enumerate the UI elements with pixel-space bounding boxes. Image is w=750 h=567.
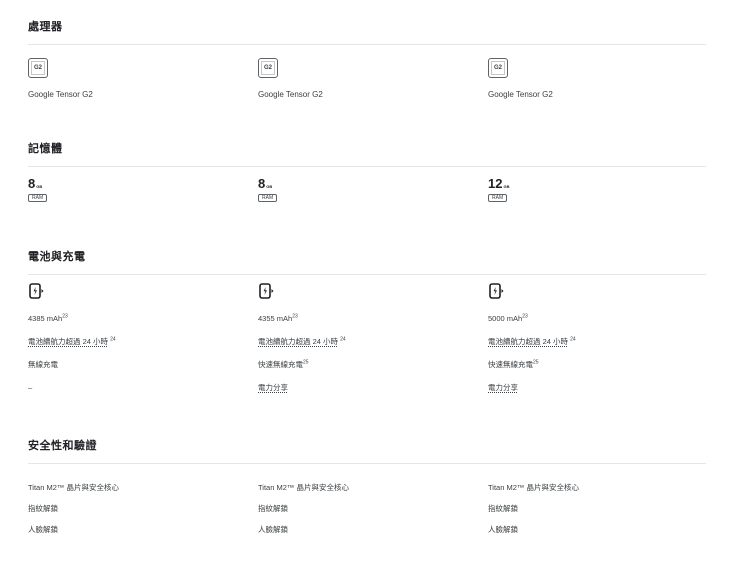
battery-charging-icon [489,283,504,299]
memory-col-3: 12GB RAM [488,175,698,202]
processor-col-3: G2 Google Tensor G2 [488,58,698,100]
section-title-memory: 記憶體 [28,143,63,155]
memory-col-2: 8GB RAM [258,175,468,202]
fingerprint-unlock: 指紋解鎖 [488,504,518,513]
security-col-1: Titan M2™ 晶片與安全核心 指紋解鎖 人臉解鎖 [28,483,238,535]
battery-col-3: 5000 mAh23 電池續航力超過 24 小時 24 快速無線充電25 電力分… [488,282,698,393]
processor-name: Google Tensor G2 [28,90,93,99]
processor-chip-icon: G2 [258,58,278,78]
memory-spec: 8GB RAM [28,175,238,202]
memory-unit: GB [266,184,273,189]
battery-section: 電池與充電 4385 mAh23 電池續航力超過 24 小時 24 無線充電 –… [28,248,706,408]
battery-charging-icon [259,283,274,299]
section-title-battery: 電池與充電 [28,251,86,263]
battery-col-1: 4385 mAh23 電池續航力超過 24 小時 24 無線充電 – [28,282,238,393]
battery-life-link[interactable]: 電池續航力超過 24 小時 24 [28,337,238,347]
security-chip: Titan M2™ 晶片與安全核心 [488,483,579,492]
battery-charging-icon [29,283,44,299]
processor-name: Google Tensor G2 [258,90,323,99]
security-section: 安全性和驗證 Titan M2™ 晶片與安全核心 指紋解鎖 人臉解鎖 Titan… [28,437,706,547]
fast-wireless-charging: 快速無線充電25 [488,359,539,369]
battery-capacity: 4355 mAh23 [258,313,298,323]
face-unlock: 人臉解鎖 [28,525,58,534]
battery-share-link[interactable]: 電力分享 [258,383,468,393]
battery-capacity: 4385 mAh23 [28,313,68,323]
security-col-3: Titan M2™ 晶片與安全核心 指紋解鎖 人臉解鎖 [488,483,698,535]
memory-value: 8 [28,176,36,191]
security-chip: Titan M2™ 晶片與安全核心 [28,483,119,492]
divider [28,166,706,167]
memory-unit: GB [36,184,43,189]
battery-capacity: 5000 mAh23 [488,313,528,323]
memory-unit: GB [503,184,510,189]
face-unlock: 人臉解鎖 [258,525,288,534]
memory-value: 12 [488,176,503,191]
section-title-security: 安全性和驗證 [28,440,97,452]
wireless-charging: 無線充電 [28,360,58,369]
battery-life-link[interactable]: 電池續航力超過 24 小時 24 [258,337,468,347]
memory-section: 記憶體 8GB RAM 8GB RAM 12GB RAM [28,140,706,210]
processor-col-1: G2 Google Tensor G2 [28,58,238,100]
memory-spec: 8GB RAM [258,175,468,202]
memory-spec: 12GB RAM [488,175,698,202]
divider [28,44,706,45]
fast-wireless-charging: 快速無線充電25 [258,359,309,369]
battery-share-placeholder: – [28,383,33,392]
fingerprint-unlock: 指紋解鎖 [258,504,288,513]
fingerprint-unlock: 指紋解鎖 [28,504,58,513]
security-col-2: Titan M2™ 晶片與安全核心 指紋解鎖 人臉解鎖 [258,483,468,535]
section-title-processor: 處理器 [28,21,63,33]
battery-share-link[interactable]: 電力分享 [488,383,698,393]
security-chip: Titan M2™ 晶片與安全核心 [258,483,349,492]
processor-chip-icon: G2 [488,58,508,78]
memory-col-1: 8GB RAM [28,175,238,202]
processor-section: 處理器 G2 Google Tensor G2 G2 Google Tensor… [28,18,706,108]
ram-badge: RAM [28,194,48,202]
processor-name: Google Tensor G2 [488,90,553,99]
ram-badge: RAM [258,194,278,202]
processor-chip-icon: G2 [28,58,48,78]
divider [28,274,706,275]
battery-col-2: 4355 mAh23 電池續航力超過 24 小時 24 快速無線充電25 電力分… [258,282,468,393]
battery-life-link[interactable]: 電池續航力超過 24 小時 24 [488,337,698,347]
processor-col-2: G2 Google Tensor G2 [258,58,468,100]
divider [28,463,706,464]
ram-badge: RAM [488,194,508,202]
memory-value: 8 [258,176,266,191]
face-unlock: 人臉解鎖 [488,525,518,534]
